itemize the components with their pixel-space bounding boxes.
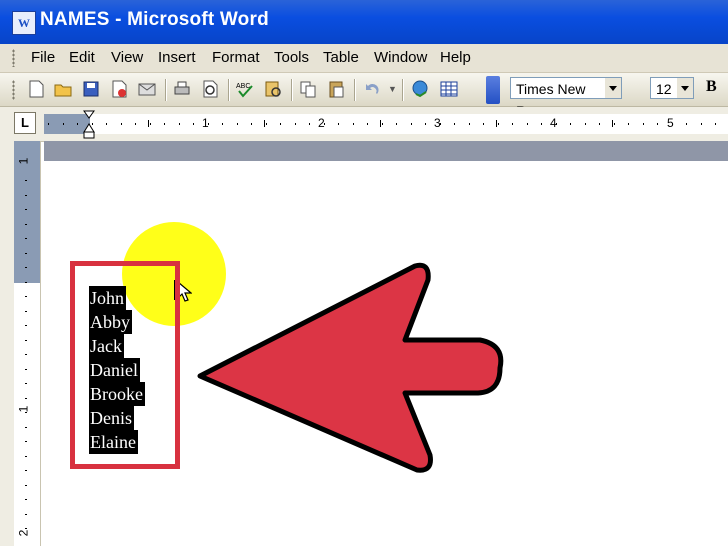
annotation-arrow-icon <box>197 262 504 473</box>
